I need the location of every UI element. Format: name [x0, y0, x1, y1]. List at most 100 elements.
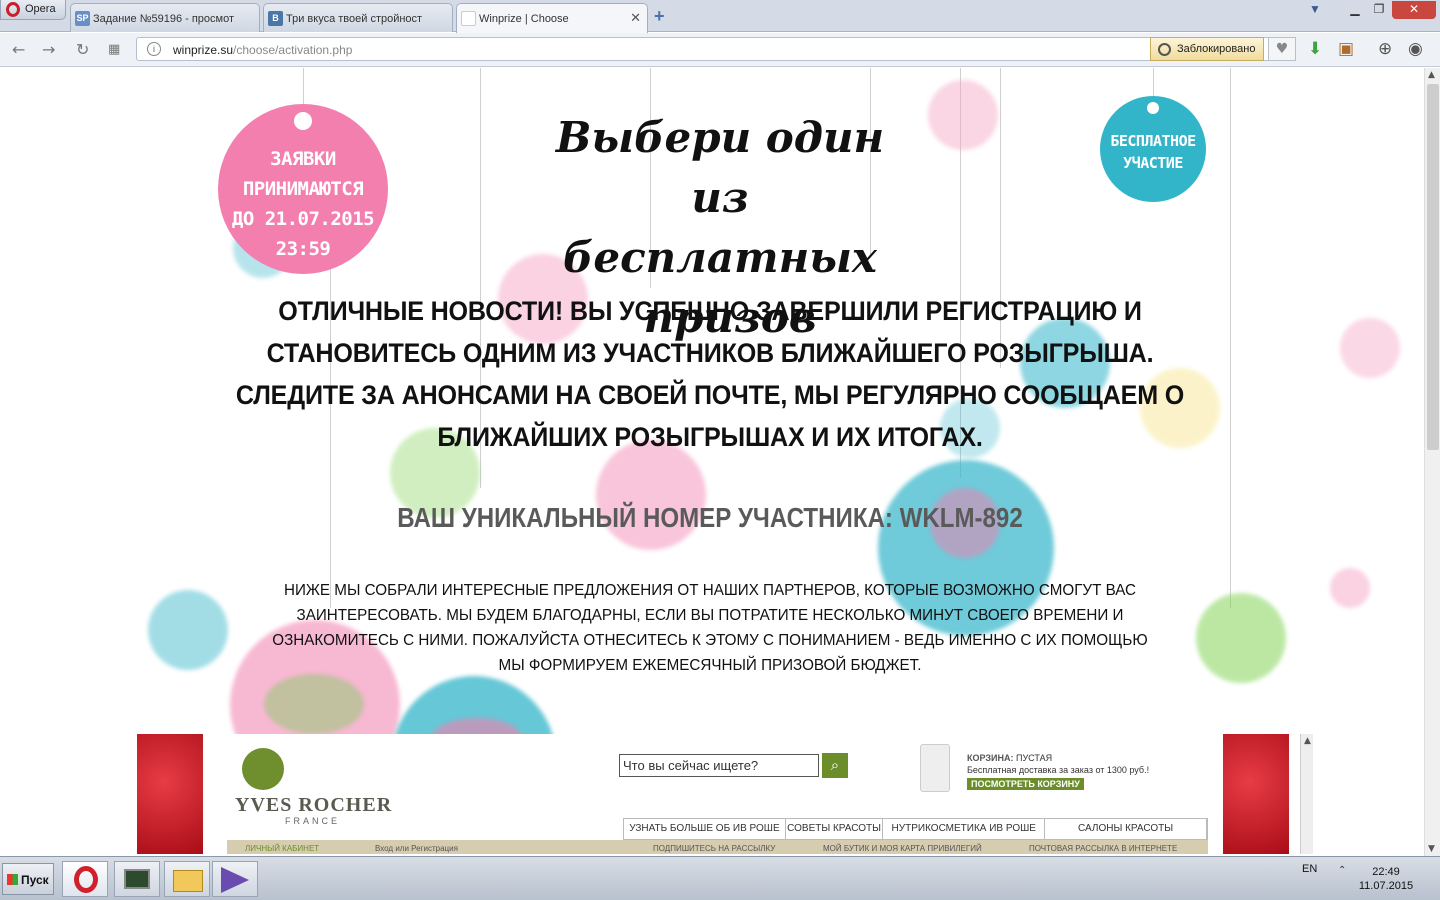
back-icon[interactable]: ←	[12, 40, 25, 59]
registration-message: ОТЛИЧНЫЕ НОВОСТИ! ВЫ УСПЕШНО ЗАВЕРШИЛИ Р…	[236, 290, 1185, 458]
scroll-up-icon[interactable]: ▲	[1428, 70, 1435, 80]
left-flower-image	[137, 734, 203, 854]
page-scrollbar[interactable]: ▲ ▼	[1424, 68, 1440, 856]
opera-icon	[74, 866, 98, 893]
start-label: Пуск	[21, 873, 49, 887]
clock-date: 11.07.2015	[1358, 880, 1414, 892]
media-player-icon	[221, 867, 249, 893]
extension-icon[interactable]: ▣	[1338, 39, 1354, 59]
ornament-ball	[1330, 568, 1370, 608]
system-clock[interactable]: 22:49 11.07.2015	[1350, 865, 1422, 893]
deadline-line: ПРИНИМАЮТСЯ	[242, 178, 364, 200]
partner-nav-item[interactable]: САЛОНЫ КРАСОТЫ	[1045, 819, 1207, 839]
clock-time: 22:49	[1372, 866, 1400, 878]
ornament-ball	[1340, 318, 1400, 378]
ornament-ball	[928, 80, 998, 150]
account-link[interactable]: ЛИЧНЫЙ КАБИНЕТ	[245, 844, 319, 853]
scroll-down-icon[interactable]: ▼	[1428, 844, 1435, 854]
title-line: Выбери один из	[555, 113, 885, 222]
opera-taskbar-button[interactable]	[62, 861, 108, 897]
subscribe-link[interactable]: ПОДПИШИТЕСЬ НА РАССЫЛКУ	[653, 844, 775, 853]
deadline-line: 23:59	[275, 238, 331, 260]
language-indicator[interactable]: EN	[1302, 863, 1317, 875]
partner-nav-item[interactable]: УЗНАТЬ БОЛЬШЕ ОБ ИВ РОШЕ	[624, 819, 786, 839]
start-button[interactable]: Пуск	[2, 863, 54, 895]
account-icon[interactable]: ◉	[1408, 39, 1423, 59]
ornament-ball	[1196, 593, 1286, 683]
notice-line: ОЗНАКОМИТЕСЬ С НИМИ. ПОЖАЛУЙСТА ОТНЕСИТЕ…	[272, 632, 1148, 649]
cart-note: Бесплатная доставка за заказ от 1300 руб…	[967, 765, 1150, 775]
address-toolbar: ← → ↻ ▦ i winprize.su/choose/activation.…	[0, 33, 1440, 67]
partner-search-input[interactable]: Что вы сейчас ищете?	[619, 754, 819, 777]
participant-number: ВАШ УНИКАЛЬНЫЙ НОМЕР УЧАСТНИКА: WKLM-892	[397, 502, 1023, 533]
view-cart-button[interactable]: ПОСМОТРЕТЬ КОРЗИНУ	[967, 778, 1084, 790]
ornament-string	[1230, 68, 1231, 608]
monitor-taskbar-button[interactable]	[114, 861, 160, 897]
cart-summary: КОРЗИНА: ПУСТАЯ Бесплатная доставка за з…	[967, 752, 1149, 790]
partner-subnav: ЛИЧНЫЙ КАБИНЕТ Вход или Регистрация ПОДП…	[227, 840, 1208, 854]
speed-dial-icon[interactable]: ▦	[108, 42, 120, 57]
bookmark-heart-icon[interactable]: ♥	[1268, 37, 1296, 61]
tab-label: Winprize | Choose	[479, 13, 569, 25]
media-taskbar-button[interactable]	[212, 861, 258, 897]
message-line: ОТЛИЧНЫЕ НОВОСТИ! ВЫ УСПЕШНО ЗАВЕРШИЛИ Р…	[278, 296, 1142, 326]
mailing-link[interactable]: ПОЧТОВАЯ РАССЫЛКА В ИНТЕРНЕТЕ	[1029, 844, 1177, 853]
address-bar[interactable]: i winprize.su/choose/activation.php	[136, 37, 1296, 61]
tab-strip: Opera SP Задание №59196 - просмот B Три …	[0, 0, 1440, 33]
close-tab-icon[interactable]: ✕	[630, 10, 641, 26]
opera-menu-button[interactable]: Opera	[0, 0, 66, 20]
partner-nav-item[interactable]: СОВЕТЫ КРАСОТЫ	[786, 819, 884, 839]
blocked-content-button[interactable]: Заблокировано	[1150, 37, 1264, 61]
site-info-icon[interactable]: i	[147, 42, 161, 56]
new-tab-icon[interactable]: +	[654, 6, 665, 27]
login-link[interactable]: Вход или Регистрация	[375, 844, 458, 853]
tray-expand-icon[interactable]: ⌃	[1338, 865, 1346, 876]
restore-icon[interactable]: ❐	[1368, 1, 1390, 19]
scrollbar-thumb[interactable]	[1427, 84, 1439, 450]
tab-winprize[interactable]: Winprize | Choose ✕	[456, 3, 648, 33]
tab-task[interactable]: SP Задание №59196 - просмот	[70, 3, 260, 32]
shopping-bag-icon	[920, 744, 950, 792]
deadline-line: ДО 21.07.2015	[231, 208, 375, 230]
free-badge-line: БЕСПЛАТНОЕ	[1110, 132, 1196, 150]
folder-icon	[173, 870, 203, 892]
free-participation-badge: БЕСПЛАТНОЕ УЧАСТИЕ	[1100, 96, 1206, 202]
url-path: /choose/activation.php	[233, 43, 353, 57]
partners-notice: НИЖЕ МЫ СОБРАЛИ ИНТЕРЕСНЫЕ ПРЕДЛОЖЕНИЯ О…	[254, 578, 1166, 678]
free-badge-line: УЧАСТИЕ	[1123, 154, 1183, 172]
close-window-icon[interactable]: ✕	[1392, 1, 1436, 19]
url-domain: winprize.su	[173, 43, 234, 57]
blocked-label: Заблокировано	[1177, 43, 1256, 55]
partner-site-frame[interactable]: YVES ROCHER FRANCE Что вы сейчас ищете? …	[137, 734, 1313, 854]
frame-scrollbar[interactable]: ▲	[1300, 734, 1313, 854]
scroll-up-icon[interactable]: ▲	[1304, 736, 1311, 746]
title-line: бесплатных	[563, 233, 877, 282]
tab-list-icon[interactable]: ▼	[1306, 1, 1324, 19]
partner-nav: УЗНАТЬ БОЛЬШЕ ОБ ИВ РОШЕ СОВЕТЫ КРАСОТЫ …	[623, 818, 1208, 840]
windows-taskbar: Пуск EN ⌃ 22:49 11.07.2015	[0, 856, 1440, 900]
yves-rocher-leaf-icon[interactable]	[242, 748, 284, 790]
tab-vk[interactable]: B Три вкуса твоей стройност	[263, 3, 453, 32]
windows-logo-icon	[7, 874, 18, 885]
notice-line: МЫ ФОРМИРУЕМ ЕЖЕМЕСЯЧНЫЙ ПРИЗОВОЙ БЮДЖЕТ…	[498, 657, 922, 674]
sp-favicon-icon: SP	[75, 11, 90, 26]
yves-rocher-logo[interactable]: YVES ROCHER	[235, 794, 392, 817]
update-icon[interactable]: ⊕	[1378, 39, 1392, 59]
reload-icon[interactable]: ↻	[76, 40, 89, 59]
opera-menu-label: Opera	[25, 3, 56, 15]
search-icon[interactable]: ⌕	[822, 753, 848, 778]
partner-nav-item[interactable]: НУТРИКОСМЕТИКА ИВ РОШЕ	[883, 819, 1046, 839]
forward-icon[interactable]: →	[42, 40, 55, 59]
deadline-badge: ЗАЯВКИ ПРИНИМАЮТСЯ ДО 21.07.2015 23:59	[218, 104, 388, 274]
message-line: СТАНОВИТЕСЬ ОДНИМ ИЗ УЧАСТНИКОВ БЛИЖАЙШЕ…	[266, 338, 1154, 368]
gift-ornament-box	[264, 674, 364, 734]
explorer-taskbar-button[interactable]	[164, 861, 210, 897]
message-line: СЛЕДИТЕ ЗА АНОНСАМИ НА СВОЕЙ ПОЧТЕ, МЫ Р…	[235, 380, 1185, 410]
download-icon[interactable]: ⬇	[1308, 39, 1322, 59]
minimize-icon[interactable]: ▁	[1344, 1, 1366, 19]
monitor-icon	[124, 869, 150, 889]
boutique-link[interactable]: МОЙ БУТИК И МОЯ КАРТА ПРИВИЛЕГИЙ	[823, 844, 982, 853]
tag-hole	[1147, 102, 1159, 114]
opera-logo-icon	[6, 2, 20, 17]
ornament-ball	[148, 590, 228, 670]
